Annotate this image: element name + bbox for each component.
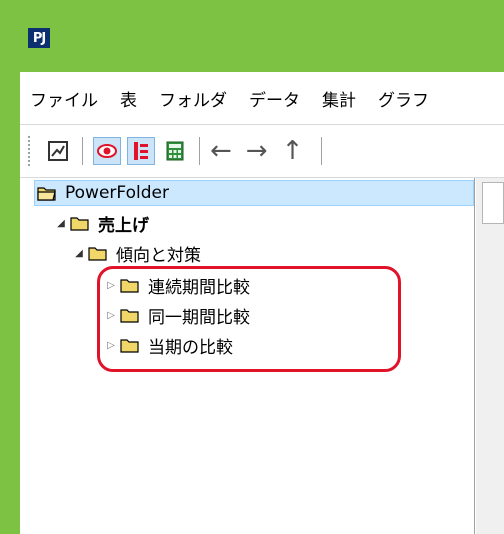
tree-view-button[interactable] — [127, 137, 155, 165]
tree-node-level2[interactable]: ◢ 傾向と対策 — [70, 240, 201, 266]
calculator-button[interactable] — [161, 137, 189, 165]
forward-arrow-icon[interactable]: → — [246, 137, 268, 165]
folder-icon — [88, 245, 108, 261]
tree-node-root[interactable]: PowerFolder — [34, 180, 474, 206]
menu-table[interactable]: 表 — [120, 86, 137, 111]
tree-view-icon — [134, 142, 148, 160]
chart-icon — [48, 141, 68, 161]
title-bar[interactable]: PJ — [0, 0, 504, 72]
folder-icon — [70, 215, 90, 231]
view-button[interactable] — [93, 137, 121, 165]
toolbar: ← → ↑ — [20, 125, 504, 178]
highlight-box — [97, 266, 401, 372]
toolbar-separator — [82, 137, 83, 165]
menu-folder[interactable]: フォルダ — [159, 86, 227, 111]
tree-node-level1[interactable]: ◢ 売上げ — [52, 210, 149, 236]
menu-aggregate[interactable]: 集計 — [322, 86, 356, 111]
expanded-triangle-icon[interactable]: ◢ — [52, 218, 70, 229]
eye-icon — [97, 144, 117, 158]
menu-bar: ファイル 表 フォルダ データ 集計 グラフ — [20, 72, 504, 125]
toolbar-separator — [321, 137, 323, 165]
toolbar-grip[interactable] — [28, 136, 34, 166]
back-arrow-icon[interactable]: ← — [210, 137, 232, 165]
menu-graph[interactable]: グラフ — [378, 86, 429, 111]
content-header — [482, 182, 504, 224]
folder-open-icon — [37, 185, 57, 201]
app-window: PJ ファイル 表 フォルダ データ 集計 グラフ ← → ↑ PowerFol… — [0, 0, 504, 534]
menu-file[interactable]: ファイル — [30, 86, 98, 111]
calculator-icon — [166, 141, 184, 161]
menu-data[interactable]: データ — [249, 86, 300, 111]
up-arrow-icon[interactable]: ↑ — [282, 137, 304, 165]
tree-node-label: 傾向と対策 — [116, 245, 201, 266]
chart-button[interactable] — [44, 137, 72, 165]
app-logo: PJ — [28, 28, 50, 48]
tree-node-label: 売上げ — [98, 215, 149, 236]
expanded-triangle-icon[interactable]: ◢ — [70, 248, 88, 259]
toolbar-separator — [199, 137, 200, 165]
tree-node-label: PowerFolder — [65, 183, 169, 203]
content-panel — [476, 178, 504, 534]
